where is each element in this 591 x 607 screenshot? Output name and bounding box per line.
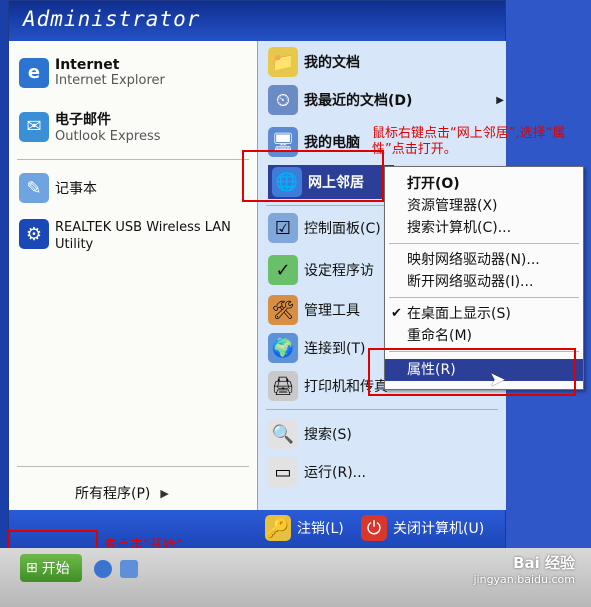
notepad-icon: ✎ — [19, 173, 49, 203]
shutdown-button[interactable]: ⏻ 关闭计算机(U) — [361, 515, 484, 541]
right-item-label: 我的文档 — [304, 55, 360, 71]
right-separator — [266, 409, 498, 410]
right-item-connect-to[interactable]: 🌍 连接到(T) — [268, 333, 365, 363]
right-item-label: 控制面板(C) — [304, 221, 381, 237]
shutdown-label: 关闭计算机(U) — [393, 521, 485, 537]
start-menu-footer: 🔑 注销(L) ⏻ 关闭计算机(U) — [9, 510, 505, 549]
run-icon: ▭ — [268, 457, 298, 487]
logoff-button[interactable]: 🔑 注销(L) — [265, 515, 344, 541]
clock-icon: ⏲ — [268, 85, 298, 115]
windows-logo-icon: ⊞ — [26, 560, 38, 576]
all-programs-button[interactable]: 所有程序(P) ▶ — [75, 483, 169, 503]
right-item-admin-tools[interactable]: 🛠 管理工具 — [268, 295, 360, 325]
right-item-label: 设定程序访 — [304, 263, 374, 279]
context-item-open[interactable]: 打开(O) — [385, 173, 583, 195]
annotation-right-click: 鼠标右键点击“网上邻居”,选择“属性”点击打开。 — [372, 126, 566, 157]
recent-notepad[interactable]: ✎ 记事本 — [19, 173, 97, 203]
arrow-right-icon: ▶ — [496, 94, 504, 106]
all-programs-label: 所有程序(P) — [75, 486, 151, 502]
arrow-right-icon: ▶ — [160, 486, 169, 500]
realtek-utility-icon: ⚙ — [19, 219, 49, 249]
right-item-label: 管理工具 — [304, 303, 360, 319]
quick-launch-ie-icon[interactable] — [94, 560, 112, 578]
right-item-label: 打印机和传真 — [304, 379, 388, 395]
right-item-label: 连接到(T) — [304, 341, 366, 357]
folder-icon: 📁 — [268, 47, 298, 77]
right-item-label: 搜索(S) — [304, 427, 352, 443]
start-label: 开始 — [41, 561, 70, 577]
mouse-cursor-icon: ➤ — [489, 367, 506, 391]
right-item-printers[interactable]: 🖨 打印机和传真 — [268, 371, 388, 401]
context-item-properties[interactable]: 属性(R) — [385, 359, 583, 381]
context-item-rename[interactable]: 重命名(M) — [385, 325, 583, 347]
right-item-my-documents[interactable]: 📁 我的文档 — [268, 47, 360, 77]
right-item-search[interactable]: 🔍 搜索(S) — [268, 419, 352, 449]
power-icon: ⏻ — [361, 515, 387, 541]
taskbar: ⊞ 开始 Bai 经验 jingyan.baidu.com — [0, 548, 591, 607]
recent-label: REALTEK USB Wireless LAN Utility — [55, 220, 231, 252]
watermark-brand: Bai 经验 — [513, 554, 575, 572]
computer-icon: 🖥 — [268, 127, 298, 157]
right-item-control-panel[interactable]: ☑ 控制面板(C) — [268, 213, 381, 243]
right-item-label: 我最近的文档(D) — [304, 93, 413, 109]
right-item-label: 网上邻居 — [308, 175, 364, 191]
context-item-disconnect-drive[interactable]: 断开网络驱动器(I)... — [385, 271, 583, 293]
context-item-show-on-desktop[interactable]: 在桌面上显示(S) — [385, 303, 583, 325]
context-item-explorer[interactable]: 资源管理器(X) — [385, 195, 583, 217]
right-item-label: 我的电脑 — [304, 135, 360, 151]
start-menu-header: Administrator — [9, 1, 505, 41]
user-name: Administrator — [23, 7, 201, 31]
context-separator — [389, 243, 579, 244]
admin-tools-icon: 🛠 — [268, 295, 298, 325]
left-separator — [17, 466, 249, 467]
baidu-watermark: Bai 经验 jingyan.baidu.com — [473, 552, 575, 586]
right-item-network-places[interactable]: 🌐 网上邻居 — [268, 165, 394, 199]
control-panel-icon: ☑ — [268, 213, 298, 243]
right-item-label: 运行(R)... — [304, 465, 367, 481]
context-item-map-drive[interactable]: 映射网络驱动器(N)... — [385, 249, 583, 271]
recent-label: 记事本 — [55, 181, 97, 197]
context-item-search-computer[interactable]: 搜索计算机(C)... — [385, 217, 583, 239]
pinned-subtitle: Internet Explorer — [55, 73, 165, 88]
start-button[interactable]: ⊞ 开始 — [20, 554, 82, 582]
watermark-url: jingyan.baidu.com — [473, 573, 575, 586]
pinned-title: 电子邮件 — [55, 112, 111, 128]
context-separator — [389, 297, 579, 298]
connect-icon: 🌍 — [268, 333, 298, 363]
printer-icon: 🖨 — [268, 371, 298, 401]
left-separator — [17, 159, 249, 160]
context-separator — [389, 351, 579, 352]
key-icon: 🔑 — [265, 515, 291, 541]
outlook-express-icon: ✉ — [19, 111, 49, 142]
logoff-label: 注销(L) — [297, 521, 344, 537]
search-icon: 🔍 — [268, 419, 298, 449]
right-item-run[interactable]: ▭ 运行(R)... — [268, 457, 366, 487]
quick-launch-desktop-icon[interactable] — [120, 560, 138, 578]
right-item-program-access[interactable]: ✓ 设定程序访 — [268, 255, 374, 285]
context-menu: 打开(O) 资源管理器(X) 搜索计算机(C)... 映射网络驱动器(N)...… — [384, 166, 584, 391]
program-access-icon: ✓ — [268, 255, 298, 285]
network-icon: 🌐 — [272, 167, 302, 197]
pinned-internet[interactable]: e Internet Internet Explorer — [19, 57, 165, 88]
right-item-recent-docs[interactable]: ⏲ 我最近的文档(D) ▶ — [268, 85, 504, 115]
pinned-title: Internet — [55, 57, 120, 73]
right-item-my-computer[interactable]: 🖥 我的电脑 — [268, 127, 360, 157]
start-menu-left-panel: e Internet Internet Explorer ✉ 电子邮件 Outl… — [9, 41, 257, 510]
recent-realtek[interactable]: ⚙ REALTEK USB Wireless LAN Utility — [19, 219, 251, 253]
internet-explorer-icon: e — [19, 57, 49, 88]
pinned-subtitle: Outlook Express — [55, 129, 161, 144]
pinned-email[interactable]: ✉ 电子邮件 Outlook Express — [19, 109, 161, 144]
